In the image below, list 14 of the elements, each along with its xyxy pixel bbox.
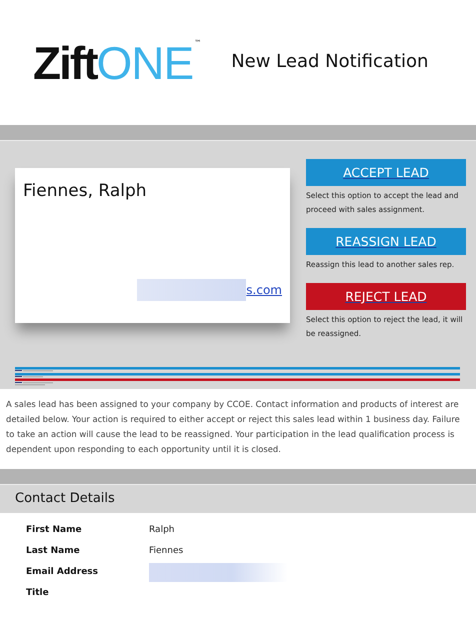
lead-name: Fiennes, Ralph xyxy=(23,181,148,201)
field-label: Last Name xyxy=(26,545,81,558)
field-value: Ralph xyxy=(149,525,174,535)
reassign-button[interactable]: REASSIGN LEAD xyxy=(306,228,466,255)
field-label: Email Address xyxy=(26,566,100,579)
reject-button[interactable]: REJECT LEAD xyxy=(306,283,466,310)
accept-button[interactable]: ACCEPT LEAD xyxy=(306,159,466,186)
email-link[interactable]: s.com xyxy=(246,283,282,297)
field-label: Title xyxy=(26,587,50,600)
intro-paragraph: A sales lead has been assigned to your company by CCOE. Contact information and products of interest are detailed below. Your action is required to either accept or reject this sales lead within 1 business day. Failure to take an action will cause the lead to be reassigned. Your participation in the lead qualification process is dependent upon responding to each opportunity until it is closed. xyxy=(5,398,461,456)
field-value: Fiennes xyxy=(149,546,184,556)
section-heading: Contact Details xyxy=(0,485,476,513)
page-title: New Lead Notification xyxy=(231,51,428,72)
field-label: First Name xyxy=(26,524,83,537)
